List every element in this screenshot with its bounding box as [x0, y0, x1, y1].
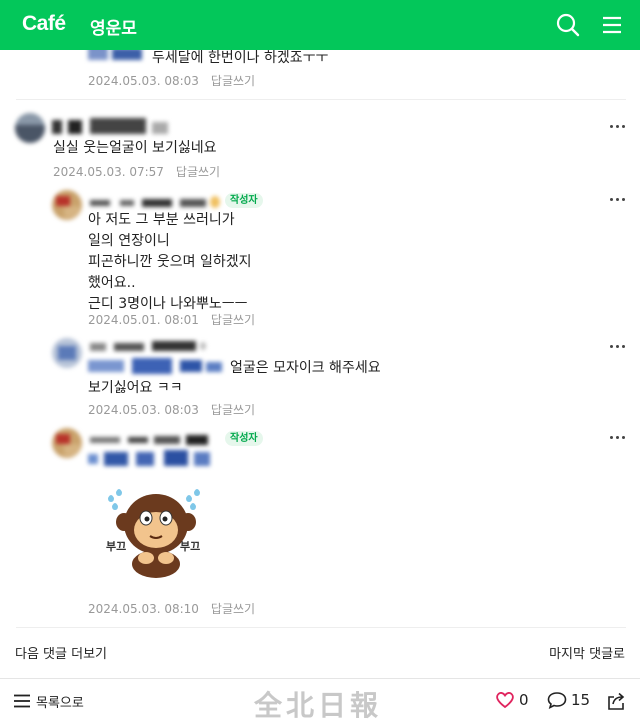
- list-icon: [14, 694, 30, 708]
- comment-text: 보기싫어요 ㅋㅋ: [88, 380, 183, 396]
- hamburger-menu-icon[interactable]: [599, 12, 625, 38]
- watermark-logo: 全北日報: [254, 689, 383, 722]
- blurred-nickname: [52, 118, 172, 136]
- divider: [16, 99, 626, 100]
- comment-text: 아 저도 그 부분 쓰러니가: [88, 212, 235, 228]
- share-button[interactable]: [606, 691, 626, 711]
- sticker-text: 부끄: [180, 540, 201, 553]
- like-button[interactable]: 0: [495, 691, 529, 709]
- comment-text: 일의 연장이니: [88, 233, 170, 249]
- app-header: Café 영운모: [0, 0, 640, 50]
- comment-meta: 2024.05.03. 08:10 답글쓰기: [88, 600, 255, 617]
- more-options-icon[interactable]: [610, 125, 626, 129]
- comment-date: 2024.05.03. 08:10: [88, 602, 199, 616]
- list-button[interactable]: 목록으로: [14, 692, 84, 711]
- bottom-toolbar: 목록으로 全北日報 0 15: [0, 679, 640, 722]
- more-options-icon[interactable]: [610, 345, 626, 349]
- monkey-sticker: 부끄 부끄: [100, 482, 212, 578]
- reply-link[interactable]: 답글쓰기: [176, 165, 220, 179]
- share-icon: [608, 692, 625, 710]
- reply-link[interactable]: 답글쓰기: [211, 313, 255, 327]
- cafe-logo[interactable]: Café: [22, 12, 66, 36]
- sticker-text: 부끄: [106, 540, 127, 553]
- next-comments-link[interactable]: 다음 댓글 더보기: [15, 643, 107, 662]
- comment-meta: 2024.05.03. 07:57 답글쓰기: [53, 163, 220, 180]
- comment-button[interactable]: 15: [547, 691, 590, 709]
- search-icon[interactable]: [555, 12, 581, 38]
- blurred-nickname: [90, 434, 214, 446]
- comment-date: 2024.05.03. 08:03: [88, 403, 199, 417]
- comment-date: 2024.05.03. 07:57: [53, 165, 164, 179]
- author-badge: 작성자: [225, 193, 263, 208]
- avatar[interactable]: [52, 428, 82, 458]
- comment-text: 피곤하니깐 웃으며 일하겠지: [88, 254, 252, 270]
- comment-count: 15: [571, 691, 591, 709]
- blurred-content: [88, 450, 214, 468]
- like-count: 0: [519, 691, 529, 709]
- comment-date: 2024.05.01. 08:01: [88, 313, 199, 327]
- more-options-icon[interactable]: [610, 198, 626, 202]
- blurred-nickname: [90, 196, 222, 210]
- cafe-name[interactable]: 영운모: [90, 14, 137, 39]
- comment-meta: 2024.05.03. 08:03 답글쓰기: [88, 72, 255, 89]
- blurred-nickname: [90, 340, 206, 354]
- avatar[interactable]: [52, 338, 82, 368]
- more-options-icon[interactable]: [610, 436, 626, 440]
- comment-date: 2024.05.03. 08:03: [88, 74, 199, 88]
- blurred-content: [88, 50, 148, 62]
- comment-text: 실실 웃는얼굴이 보기싫네요: [53, 140, 217, 156]
- reply-link[interactable]: 답글쓰기: [211, 403, 255, 417]
- last-comment-link[interactable]: 마지막 댓글로: [549, 643, 625, 662]
- cafe-comment-page: Café 영운모 두세달에 한번이나 하겠죠ㅜㅜ 2024.05.03. 08:…: [0, 0, 640, 722]
- reply-link[interactable]: 답글쓰기: [211, 602, 255, 616]
- list-label: 목록으로: [36, 695, 84, 711]
- comment-text: 했어요..: [88, 275, 136, 291]
- comment-text: 두세달에 한번이나 하겠죠ㅜㅜ: [152, 50, 329, 66]
- blurred-content: [88, 358, 228, 374]
- comment-text: 얼굴은 모자이크 해주세요: [230, 360, 381, 376]
- divider: [16, 627, 626, 628]
- reply-link[interactable]: 답글쓰기: [211, 74, 255, 88]
- heart-icon: [496, 692, 514, 709]
- comment-meta: 2024.05.01. 08:01 답글쓰기: [88, 311, 255, 328]
- comment-icon: [547, 692, 567, 709]
- avatar[interactable]: [52, 190, 82, 220]
- comment-list: 두세달에 한번이나 하겠죠ㅜㅜ 2024.05.03. 08:03 답글쓰기 실실…: [0, 50, 640, 640]
- author-badge: 작성자: [225, 431, 263, 446]
- avatar[interactable]: [15, 113, 45, 143]
- comment-meta: 2024.05.03. 08:03 답글쓰기: [88, 401, 255, 418]
